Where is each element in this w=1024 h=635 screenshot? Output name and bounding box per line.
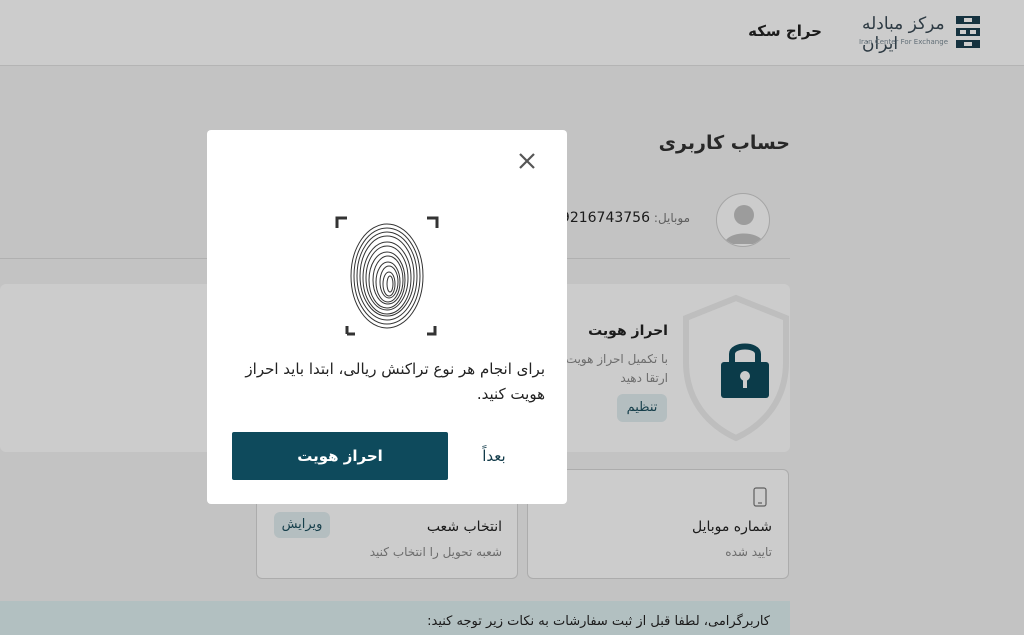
- verify-identity-button[interactable]: احراز هویت: [232, 432, 448, 480]
- close-icon[interactable]: [517, 151, 537, 171]
- later-button[interactable]: بعداً: [469, 432, 519, 480]
- modal-message: برای انجام هر نوع تراکنش ریالی، ابتدا با…: [245, 360, 545, 403]
- identity-modal: برای انجام هر نوع تراکنش ریالی، ابتدا با…: [207, 130, 567, 504]
- fingerprint-icon: [335, 216, 439, 336]
